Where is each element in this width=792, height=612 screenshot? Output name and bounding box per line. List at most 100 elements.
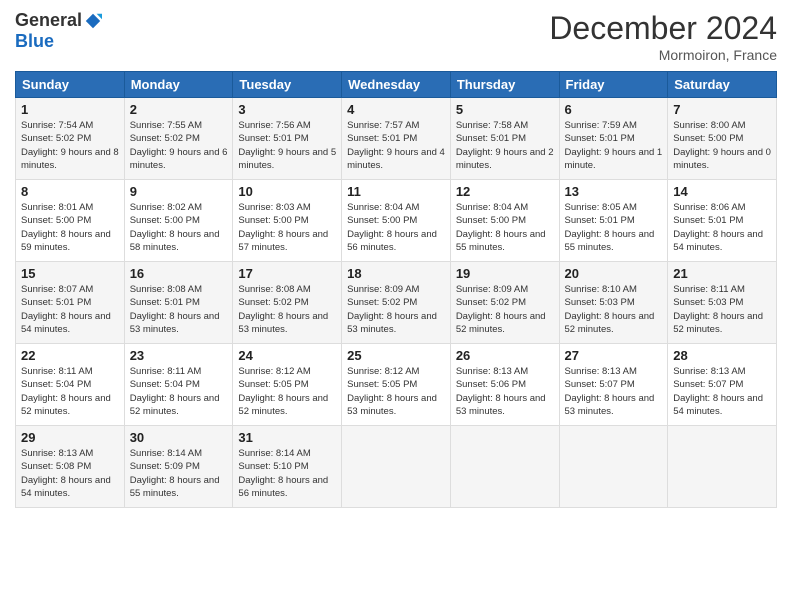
table-row: 22 Sunrise: 8:11 AM Sunset: 5:04 PM Dayl… (16, 344, 125, 426)
day-number: 7 (673, 102, 771, 117)
day-info: Sunrise: 8:11 AM Sunset: 5:04 PM Dayligh… (130, 365, 228, 418)
day-number: 2 (130, 102, 228, 117)
table-row: 3 Sunrise: 7:56 AM Sunset: 5:01 PM Dayli… (233, 98, 342, 180)
table-row: 2 Sunrise: 7:55 AM Sunset: 5:02 PM Dayli… (124, 98, 233, 180)
title-section: December 2024 Mormoiron, France (549, 10, 777, 63)
day-number: 5 (456, 102, 554, 117)
month-title: December 2024 (549, 10, 777, 47)
table-row: 31 Sunrise: 8:14 AM Sunset: 5:10 PM Dayl… (233, 426, 342, 508)
day-info: Sunrise: 7:54 AM Sunset: 5:02 PM Dayligh… (21, 119, 119, 172)
header-tuesday: Tuesday (233, 72, 342, 98)
header-sunday: Sunday (16, 72, 125, 98)
day-info: Sunrise: 8:06 AM Sunset: 5:01 PM Dayligh… (673, 201, 771, 254)
day-number: 28 (673, 348, 771, 363)
day-info: Sunrise: 7:59 AM Sunset: 5:01 PM Dayligh… (565, 119, 663, 172)
day-info: Sunrise: 8:09 AM Sunset: 5:02 PM Dayligh… (456, 283, 554, 336)
day-number: 4 (347, 102, 445, 117)
day-number: 17 (238, 266, 336, 281)
table-row: 20 Sunrise: 8:10 AM Sunset: 5:03 PM Dayl… (559, 262, 668, 344)
table-row: 16 Sunrise: 8:08 AM Sunset: 5:01 PM Dayl… (124, 262, 233, 344)
table-row (342, 426, 451, 508)
table-row: 7 Sunrise: 8:00 AM Sunset: 5:00 PM Dayli… (668, 98, 777, 180)
day-number: 21 (673, 266, 771, 281)
calendar-week-row: 1 Sunrise: 7:54 AM Sunset: 5:02 PM Dayli… (16, 98, 777, 180)
day-info: Sunrise: 8:00 AM Sunset: 5:00 PM Dayligh… (673, 119, 771, 172)
day-info: Sunrise: 8:13 AM Sunset: 5:07 PM Dayligh… (565, 365, 663, 418)
page: General Blue December 2024 Mormoiron, Fr… (0, 0, 792, 612)
table-row: 15 Sunrise: 8:07 AM Sunset: 5:01 PM Dayl… (16, 262, 125, 344)
day-number: 27 (565, 348, 663, 363)
day-number: 18 (347, 266, 445, 281)
table-row: 12 Sunrise: 8:04 AM Sunset: 5:00 PM Dayl… (450, 180, 559, 262)
day-number: 19 (456, 266, 554, 281)
day-info: Sunrise: 8:13 AM Sunset: 5:06 PM Dayligh… (456, 365, 554, 418)
table-row: 11 Sunrise: 8:04 AM Sunset: 5:00 PM Dayl… (342, 180, 451, 262)
day-number: 30 (130, 430, 228, 445)
calendar-week-row: 15 Sunrise: 8:07 AM Sunset: 5:01 PM Dayl… (16, 262, 777, 344)
day-info: Sunrise: 8:05 AM Sunset: 5:01 PM Dayligh… (565, 201, 663, 254)
table-row: 8 Sunrise: 8:01 AM Sunset: 5:00 PM Dayli… (16, 180, 125, 262)
day-number: 25 (347, 348, 445, 363)
day-info: Sunrise: 8:14 AM Sunset: 5:09 PM Dayligh… (130, 447, 228, 500)
calendar-table: Sunday Monday Tuesday Wednesday Thursday… (15, 71, 777, 508)
table-row (450, 426, 559, 508)
logo-blue-text: Blue (15, 31, 54, 51)
logo: General Blue (15, 10, 102, 52)
day-number: 23 (130, 348, 228, 363)
table-row: 29 Sunrise: 8:13 AM Sunset: 5:08 PM Dayl… (16, 426, 125, 508)
day-number: 14 (673, 184, 771, 199)
logo-icon (84, 12, 102, 30)
table-row (559, 426, 668, 508)
header-friday: Friday (559, 72, 668, 98)
table-row: 4 Sunrise: 7:57 AM Sunset: 5:01 PM Dayli… (342, 98, 451, 180)
header: General Blue December 2024 Mormoiron, Fr… (15, 10, 777, 63)
table-row: 1 Sunrise: 7:54 AM Sunset: 5:02 PM Dayli… (16, 98, 125, 180)
day-info: Sunrise: 7:57 AM Sunset: 5:01 PM Dayligh… (347, 119, 445, 172)
day-info: Sunrise: 8:11 AM Sunset: 5:03 PM Dayligh… (673, 283, 771, 336)
header-monday: Monday (124, 72, 233, 98)
table-row (668, 426, 777, 508)
table-row: 5 Sunrise: 7:58 AM Sunset: 5:01 PM Dayli… (450, 98, 559, 180)
day-number: 1 (21, 102, 119, 117)
day-info: Sunrise: 7:56 AM Sunset: 5:01 PM Dayligh… (238, 119, 336, 172)
day-number: 31 (238, 430, 336, 445)
day-info: Sunrise: 7:55 AM Sunset: 5:02 PM Dayligh… (130, 119, 228, 172)
day-info: Sunrise: 8:02 AM Sunset: 5:00 PM Dayligh… (130, 201, 228, 254)
table-row: 14 Sunrise: 8:06 AM Sunset: 5:01 PM Dayl… (668, 180, 777, 262)
day-info: Sunrise: 8:01 AM Sunset: 5:00 PM Dayligh… (21, 201, 119, 254)
calendar-header-row: Sunday Monday Tuesday Wednesday Thursday… (16, 72, 777, 98)
day-number: 24 (238, 348, 336, 363)
calendar-week-row: 8 Sunrise: 8:01 AM Sunset: 5:00 PM Dayli… (16, 180, 777, 262)
day-number: 10 (238, 184, 336, 199)
location: Mormoiron, France (549, 47, 777, 63)
day-number: 11 (347, 184, 445, 199)
day-number: 8 (21, 184, 119, 199)
day-number: 16 (130, 266, 228, 281)
table-row: 19 Sunrise: 8:09 AM Sunset: 5:02 PM Dayl… (450, 262, 559, 344)
day-info: Sunrise: 8:03 AM Sunset: 5:00 PM Dayligh… (238, 201, 336, 254)
day-number: 3 (238, 102, 336, 117)
day-info: Sunrise: 8:04 AM Sunset: 5:00 PM Dayligh… (347, 201, 445, 254)
day-info: Sunrise: 8:08 AM Sunset: 5:02 PM Dayligh… (238, 283, 336, 336)
day-number: 15 (21, 266, 119, 281)
calendar-week-row: 22 Sunrise: 8:11 AM Sunset: 5:04 PM Dayl… (16, 344, 777, 426)
day-number: 9 (130, 184, 228, 199)
day-number: 26 (456, 348, 554, 363)
header-wednesday: Wednesday (342, 72, 451, 98)
day-number: 22 (21, 348, 119, 363)
table-row: 23 Sunrise: 8:11 AM Sunset: 5:04 PM Dayl… (124, 344, 233, 426)
table-row: 25 Sunrise: 8:12 AM Sunset: 5:05 PM Dayl… (342, 344, 451, 426)
header-thursday: Thursday (450, 72, 559, 98)
day-info: Sunrise: 8:10 AM Sunset: 5:03 PM Dayligh… (565, 283, 663, 336)
table-row: 9 Sunrise: 8:02 AM Sunset: 5:00 PM Dayli… (124, 180, 233, 262)
day-number: 13 (565, 184, 663, 199)
day-info: Sunrise: 8:04 AM Sunset: 5:00 PM Dayligh… (456, 201, 554, 254)
table-row: 30 Sunrise: 8:14 AM Sunset: 5:09 PM Dayl… (124, 426, 233, 508)
day-info: Sunrise: 8:11 AM Sunset: 5:04 PM Dayligh… (21, 365, 119, 418)
day-number: 6 (565, 102, 663, 117)
table-row: 17 Sunrise: 8:08 AM Sunset: 5:02 PM Dayl… (233, 262, 342, 344)
table-row: 6 Sunrise: 7:59 AM Sunset: 5:01 PM Dayli… (559, 98, 668, 180)
day-info: Sunrise: 8:12 AM Sunset: 5:05 PM Dayligh… (238, 365, 336, 418)
day-info: Sunrise: 8:09 AM Sunset: 5:02 PM Dayligh… (347, 283, 445, 336)
day-info: Sunrise: 7:58 AM Sunset: 5:01 PM Dayligh… (456, 119, 554, 172)
